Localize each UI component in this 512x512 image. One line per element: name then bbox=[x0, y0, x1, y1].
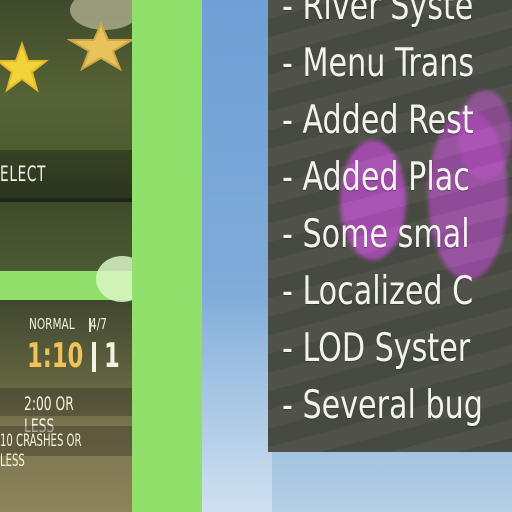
green-separator bbox=[132, 0, 202, 512]
changelog-item: - Added Plac bbox=[282, 155, 470, 200]
difficulty-label: NORMAL bbox=[29, 315, 75, 333]
crash-condition: 10 CRASHES OR LESS bbox=[0, 431, 82, 471]
changelog-item: - Localized C bbox=[282, 269, 474, 314]
select-label[interactable]: ELECT bbox=[0, 162, 46, 186]
changelog-panel: - River Syste - Menu Trans - Added Rest … bbox=[268, 0, 512, 452]
fog-overlay bbox=[202, 300, 272, 512]
changelog-item: - Several bug bbox=[282, 383, 483, 428]
hud-divider bbox=[92, 342, 96, 372]
level-stats-screenshot: NORMAL 4/7 1:10 1 2:00 OR LESS 10 CRASHE… bbox=[0, 300, 132, 512]
counter-display: 1 bbox=[104, 336, 120, 376]
changelog-list: - River Syste - Menu Trans - Added Rest … bbox=[282, 0, 512, 434]
level-select-screenshot: ELECT bbox=[0, 0, 132, 271]
changelog-item: - Menu Trans bbox=[282, 41, 475, 86]
changelog-item: - Added Rest bbox=[282, 98, 474, 143]
changelog-item: - LOD Syster bbox=[282, 326, 471, 371]
star-icon bbox=[66, 22, 132, 72]
screenshot-column: ELECT NORMAL 4/7 1:10 1 2:00 OR LESS 10 … bbox=[0, 0, 132, 512]
timer-display: 1:10 bbox=[27, 336, 84, 376]
changelog-item: - River Syste bbox=[282, 0, 474, 29]
level-progress: 4/7 bbox=[90, 315, 107, 333]
changelog-item: - Some smal bbox=[282, 212, 470, 257]
star-icon bbox=[0, 40, 49, 93]
